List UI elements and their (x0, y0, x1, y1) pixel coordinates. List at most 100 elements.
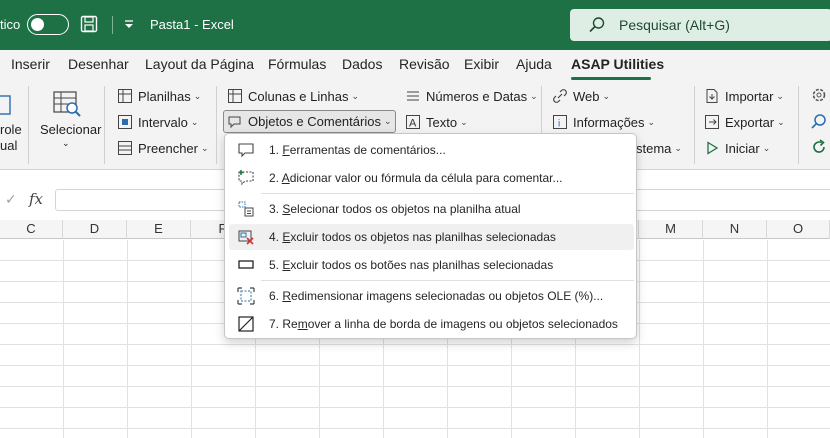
partial-control-icon[interactable] (0, 94, 12, 116)
menu-separator (261, 193, 634, 194)
ribbon-separator (28, 86, 29, 164)
planilhas-label: Planilhas (138, 88, 191, 104)
column-header-e[interactable]: E (127, 220, 191, 239)
fx-icon[interactable]: fx (29, 190, 43, 208)
colunas-linhas-button[interactable]: Colunas e Linhas ⌄ (227, 86, 359, 106)
search-icon[interactable] (810, 112, 828, 130)
iniciar-label: Iniciar (725, 140, 760, 156)
planilhas-button[interactable]: Planilhas ⌄ (117, 86, 201, 106)
chevron-down-icon: ⌄ (383, 116, 392, 126)
informacoes-button[interactable]: i Informações ⌄ (552, 112, 655, 132)
partial-label-1: role (0, 122, 22, 137)
ribbon-separator (216, 86, 217, 164)
column-header-d[interactable]: D (63, 220, 127, 239)
tab-formulas[interactable]: Fórmulas (268, 56, 326, 72)
menu-item-excluir-objetos[interactable]: 4. Excluir todos os objetos nas planilha… (229, 224, 634, 250)
tab-desenhar[interactable]: Desenhar (68, 56, 129, 72)
menu-item-excluir-botoes[interactable]: 5. Excluir todos os botões nas planilhas… (229, 252, 634, 278)
column-header-n[interactable]: N (703, 220, 767, 239)
selecionar-chevron-icon[interactable]: ⌄ (62, 138, 70, 149)
cancel-icon[interactable]: ✓ (5, 191, 17, 208)
exportar-label: Exportar (725, 114, 775, 130)
chevron-down-icon: ⌄ (762, 142, 771, 153)
menu-item-selecionar-objetos[interactable]: 3. Selecionar todos os objetos na planil… (229, 196, 634, 222)
importar-button[interactable]: Importar ⌄ (704, 86, 784, 106)
tab-exibir[interactable]: Exibir (464, 56, 499, 72)
delete-objects-icon (238, 230, 254, 245)
export-icon (705, 115, 719, 129)
objects-icon (228, 116, 241, 128)
refresh-icon[interactable] (810, 138, 828, 156)
chevron-down-icon: ⌄ (190, 116, 199, 127)
columns-rows-icon (228, 89, 242, 103)
intervalo-button[interactable]: Intervalo ⌄ (117, 112, 198, 132)
texto-label: Texto (426, 114, 458, 130)
info-icon: i (553, 115, 567, 130)
range-icon (118, 115, 132, 129)
text-icon: A (406, 115, 420, 130)
menu-item-label: 1. Ferramentas de comentários... (269, 143, 446, 157)
tab-revisao[interactable]: Revisão (399, 56, 450, 72)
partial-label-2: ual (0, 138, 18, 153)
tab-layout[interactable]: Layout da Página (145, 56, 254, 72)
ribbon-tabs: Inserir Desenhar Layout da Página Fórmul… (0, 50, 830, 80)
chevron-down-icon: ⌄ (602, 90, 611, 101)
intervalo-label: Intervalo (138, 114, 188, 130)
gear-icon[interactable] (810, 86, 828, 104)
web-button[interactable]: Web ⌄ (552, 86, 610, 106)
selecionar-label[interactable]: Selecionar (40, 122, 101, 137)
save-icon[interactable] (80, 14, 98, 34)
menu-item-label: 4. Excluir todos os objetos nas planilha… (269, 230, 556, 244)
objetos-comentarios-label: Objetos e Comentários (248, 114, 381, 129)
web-icon (553, 89, 567, 103)
search-placeholder: Pesquisar (Alt+G) (619, 17, 730, 33)
sistema-button[interactable]: stema ⌄ (636, 138, 682, 158)
chevron-down-icon: ⌄ (460, 116, 468, 127)
fill-icon (118, 141, 132, 155)
column-header-m[interactable]: M (639, 220, 703, 239)
menu-item-remover-borda[interactable]: 7. Remover a linha de borda de imagens o… (229, 311, 634, 337)
customize-qat-icon[interactable] (122, 14, 136, 34)
add-comment-icon (238, 170, 254, 186)
chevron-down-icon: ⌄ (647, 116, 656, 127)
preencher-button[interactable]: Preencher ⌄ (117, 138, 209, 158)
tab-dados[interactable]: Dados (342, 56, 382, 72)
menu-item-ferramentas-comentarios[interactable]: 1. Ferramentas de comentários... (229, 137, 634, 163)
texto-button[interactable]: A Texto ⌄ (405, 112, 468, 132)
window-title: Pasta1 - Excel (150, 17, 234, 32)
ribbon-separator (798, 86, 799, 164)
sheets-icon (118, 89, 132, 103)
informacoes-label: Informações (573, 114, 645, 130)
tab-asap-utilities[interactable]: ASAP Utilities (571, 56, 664, 72)
import-icon (706, 89, 718, 103)
tab-inserir[interactable]: Inserir (11, 56, 50, 72)
autosave-toggle[interactable] (27, 14, 69, 35)
no-border-icon (238, 316, 254, 332)
numeros-datas-button[interactable]: Números e Datas ⌄ (405, 86, 538, 106)
tab-ajuda[interactable]: Ajuda (516, 56, 552, 72)
chevron-down-icon: ⌄ (530, 90, 538, 101)
objetos-comentarios-button[interactable]: Objetos e Comentários ⌄ (223, 110, 396, 133)
svg-text:A: A (409, 118, 417, 130)
search-box[interactable]: Pesquisar (Alt+G) (570, 9, 830, 41)
menu-item-redimensionar-imagens[interactable]: 6. Redimensionar imagens selecionadas ou… (229, 283, 634, 309)
menu-item-adicionar-valor[interactable]: 2. Adicionar valor ou fórmula da célula … (229, 165, 634, 191)
preencher-label: Preencher (138, 140, 198, 156)
titlebar-divider (112, 16, 113, 34)
menu-item-label: 2. Adicionar valor ou fórmula da célula … (269, 171, 563, 185)
chevron-down-icon: ⌄ (777, 116, 785, 127)
exportar-button[interactable]: Exportar ⌄ (704, 112, 785, 132)
iniciar-button[interactable]: Iniciar ⌄ (704, 138, 770, 158)
objetos-comentarios-menu: 1. Ferramentas de comentários... 2. Adic… (224, 133, 637, 339)
select-range-icon[interactable] (52, 90, 82, 118)
comment-icon (238, 143, 254, 158)
column-header-c[interactable]: C (0, 220, 63, 239)
title-bar: tico Pasta1 - Excel Pesquisar (Alt+G) (0, 0, 830, 50)
svg-text:i: i (558, 119, 560, 130)
sistema-label: stema (636, 140, 672, 156)
menu-item-label: 3. Selecionar todos os objetos na planil… (269, 202, 521, 216)
column-header-o[interactable]: O (767, 220, 830, 239)
chevron-down-icon: ⌄ (351, 90, 360, 101)
chevron-down-icon: ⌄ (674, 142, 682, 153)
search-icon (589, 17, 605, 33)
